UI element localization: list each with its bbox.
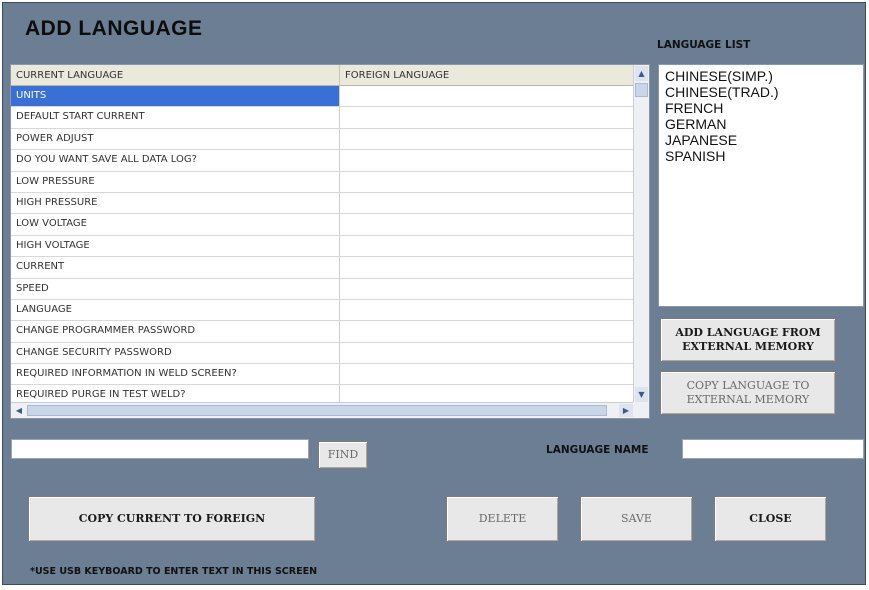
close-button[interactable]: CLOSE xyxy=(714,496,827,542)
grid-rows: UNITS DEFAULT START CURRENT POWER ADJUST DO… xyxy=(11,86,635,407)
page-title: ADD LANGUAGE xyxy=(25,17,203,40)
language-list-item[interactable]: CHINESE(SIMP.) xyxy=(665,68,863,84)
language-name-input[interactable] xyxy=(682,439,864,459)
language-list-item[interactable]: SPANISH xyxy=(665,148,863,164)
current-language-cell[interactable]: REQUIRED INFORMATION IN WELD SCREEN? xyxy=(11,364,339,384)
table-row[interactable]: HIGH PRESSURE xyxy=(11,192,635,215)
add-language-from-external-button[interactable]: ADD LANGUAGE FROM EXTERNAL MEMORY xyxy=(660,318,836,362)
table-row[interactable]: UNITS xyxy=(11,86,635,108)
table-row[interactable]: LOW VOLTAGE xyxy=(11,214,635,236)
current-language-cell[interactable]: CURRENT xyxy=(11,257,339,277)
horizontal-scrollbar[interactable]: ◀ ▶ xyxy=(11,402,635,418)
language-listbox[interactable]: CHINESE(SIMP.) CHINESE(TRAD.) FRENCH GERMAN… xyxy=(658,64,864,307)
vertical-scrollbar[interactable]: ▲ ▼ xyxy=(633,65,649,403)
language-list-item[interactable]: JAPANESE xyxy=(665,132,863,148)
table-row[interactable]: LOW PRESSURE xyxy=(11,171,635,193)
language-list-label: LANGUAGE LIST xyxy=(657,39,751,51)
table-row[interactable]: CURRENT xyxy=(11,257,635,279)
foreign-language-cell[interactable] xyxy=(339,257,635,278)
current-language-cell[interactable]: UNITS xyxy=(11,86,339,107)
current-language-cell[interactable]: SPEED xyxy=(11,279,339,299)
current-language-cell[interactable]: DEFAULT START CURRENT xyxy=(11,107,339,127)
footer-note: *USE USB KEYBOARD TO ENTER TEXT IN THIS … xyxy=(30,566,318,577)
scrollbar-corner xyxy=(633,402,649,418)
table-row[interactable]: HIGH VOLTAGE xyxy=(11,235,635,258)
current-language-cell[interactable]: LOW VOLTAGE xyxy=(11,214,339,234)
grid-header: CURRENT LANGUAGE FOREIGN LANGUAGE xyxy=(11,65,635,86)
table-row[interactable]: CHANGE PROGRAMMER PASSWORD xyxy=(11,321,635,343)
foreign-language-cell[interactable] xyxy=(339,235,635,257)
column-divider xyxy=(339,65,340,86)
current-language-cell[interactable]: HIGH VOLTAGE xyxy=(11,236,339,256)
foreign-language-cell[interactable] xyxy=(339,128,635,150)
language-name-label: LANGUAGE NAME xyxy=(546,444,649,456)
foreign-language-cell[interactable] xyxy=(339,342,635,364)
foreign-language-cell[interactable] xyxy=(339,86,635,107)
scroll-down-icon[interactable]: ▼ xyxy=(635,387,648,402)
delete-button[interactable]: DELETE xyxy=(446,496,559,542)
language-list-item[interactable]: CHINESE(TRAD.) xyxy=(665,84,863,100)
current-language-cell[interactable]: HIGH PRESSURE xyxy=(11,193,339,213)
horizontal-scroll-thumb[interactable] xyxy=(27,405,607,416)
translation-grid: CURRENT LANGUAGE FOREIGN LANGUAGE UNITS D… xyxy=(10,64,650,419)
foreign-language-cell[interactable] xyxy=(339,192,635,214)
current-language-cell[interactable]: DO YOU WANT SAVE ALL DATA LOG? xyxy=(11,150,339,170)
scroll-left-icon[interactable]: ◀ xyxy=(12,404,26,417)
save-button[interactable]: SAVE xyxy=(580,496,693,542)
foreign-language-cell[interactable] xyxy=(339,321,635,342)
search-input[interactable] xyxy=(11,439,309,459)
vertical-scroll-thumb[interactable] xyxy=(635,83,648,97)
foreign-language-cell[interactable] xyxy=(339,278,635,299)
table-row[interactable]: LANGUAGE xyxy=(11,299,635,322)
foreign-language-cell[interactable] xyxy=(339,171,635,192)
add-language-window: ADD LANGUAGE CURRENT LANGUAGE FOREIGN LA… xyxy=(2,2,866,585)
current-language-cell[interactable]: POWER ADJUST xyxy=(11,129,339,149)
foreign-language-cell[interactable] xyxy=(339,214,635,235)
current-language-cell[interactable]: LANGUAGE xyxy=(11,300,339,320)
language-list-item[interactable]: FRENCH xyxy=(665,100,863,116)
current-language-cell[interactable]: CHANGE SECURITY PASSWORD xyxy=(11,343,339,363)
copy-language-to-external-button[interactable]: COPY LANGUAGE TO EXTERNAL MEMORY xyxy=(660,371,836,415)
table-row[interactable]: REQUIRED INFORMATION IN WELD SCREEN? xyxy=(11,364,635,386)
table-row[interactable]: SPEED xyxy=(11,278,635,300)
current-language-cell[interactable]: LOW PRESSURE xyxy=(11,172,339,192)
copy-current-to-foreign-button[interactable]: COPY CURRENT TO FOREIGN xyxy=(28,496,316,542)
table-row[interactable]: DEFAULT START CURRENT xyxy=(11,107,635,129)
scroll-up-icon[interactable]: ▲ xyxy=(635,66,648,81)
current-language-cell[interactable]: CHANGE PROGRAMMER PASSWORD xyxy=(11,321,339,341)
foreign-language-cell[interactable] xyxy=(339,364,635,385)
table-row[interactable]: POWER ADJUST xyxy=(11,128,635,151)
table-row[interactable]: CHANGE SECURITY PASSWORD xyxy=(11,342,635,365)
find-button[interactable]: FIND xyxy=(318,441,368,469)
language-list-item[interactable]: GERMAN xyxy=(665,116,863,132)
foreign-language-cell[interactable] xyxy=(339,299,635,321)
column-header-foreign-language[interactable]: FOREIGN LANGUAGE xyxy=(345,70,449,81)
foreign-language-cell[interactable] xyxy=(339,107,635,128)
column-header-current-language[interactable]: CURRENT LANGUAGE xyxy=(16,70,123,81)
table-row[interactable]: DO YOU WANT SAVE ALL DATA LOG? xyxy=(11,150,635,172)
scroll-right-icon[interactable]: ▶ xyxy=(619,404,633,417)
foreign-language-cell[interactable] xyxy=(339,150,635,171)
